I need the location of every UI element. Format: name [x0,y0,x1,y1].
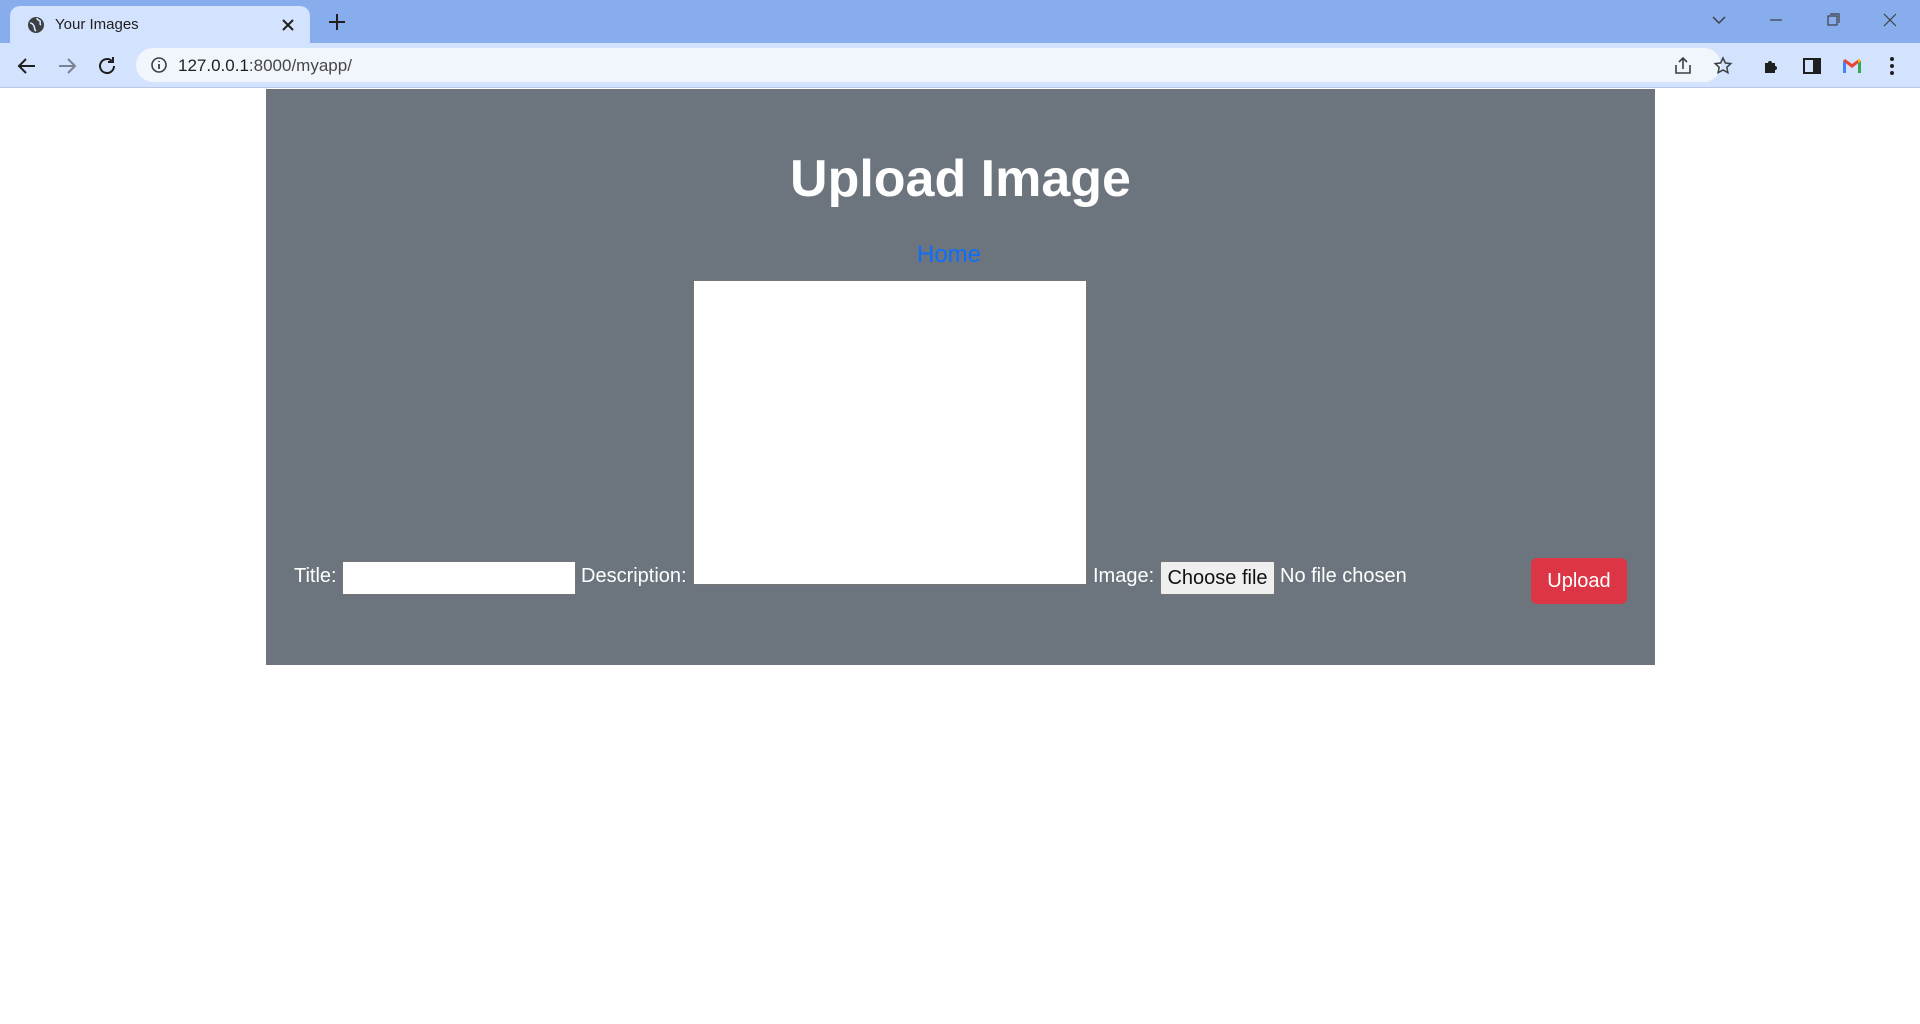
side-panel-icon[interactable] [1800,54,1824,78]
description-label: Description: [581,565,687,587]
globe-icon [28,17,44,33]
url-host: 127.0.0.1 [178,56,249,75]
forward-arrow-icon[interactable] [54,53,80,79]
title-input[interactable] [342,561,576,595]
new-tab-icon[interactable] [325,10,349,34]
site-info-icon[interactable] [150,56,168,74]
share-icon[interactable] [1672,55,1694,77]
browser-tab[interactable]: Your Images [10,6,310,43]
upload-panel: Upload Image Home Title: Description: Im… [266,89,1655,665]
reload-icon[interactable] [94,53,120,79]
title-label: Title: [294,565,337,587]
choose-file-button[interactable]: Choose file [1160,561,1275,595]
gmail-icon[interactable] [1840,54,1864,78]
bookmark-star-icon[interactable] [1712,55,1734,77]
description-textarea[interactable] [693,280,1087,585]
url-path: :8000/myapp/ [248,56,352,75]
minimize-icon[interactable] [1762,8,1790,32]
back-arrow-icon[interactable] [14,53,40,79]
file-status-text: No file chosen [1280,565,1407,587]
extensions-puzzle-icon[interactable] [1760,54,1784,78]
restore-icon[interactable] [1819,8,1847,32]
address-bar[interactable]: 127.0.0.1:8000/myapp/ [136,48,1733,82]
close-tab-icon[interactable] [278,15,298,35]
home-link[interactable]: Home [917,241,981,269]
menu-kebab-icon[interactable] [1880,54,1904,78]
upload-button[interactable]: Upload [1531,558,1627,604]
tab-strip: Your Images [0,0,1920,43]
image-label: Image: [1093,565,1155,587]
page-title: Upload Image [790,150,1131,208]
tab-title: Your Images [55,16,139,33]
url-text[interactable]: 127.0.0.1:8000/myapp/ [178,56,352,76]
close-window-icon[interactable] [1876,8,1904,32]
browser-toolbar: 127.0.0.1:8000/myapp/ [0,43,1920,88]
tab-search-icon[interactable] [1705,8,1733,32]
